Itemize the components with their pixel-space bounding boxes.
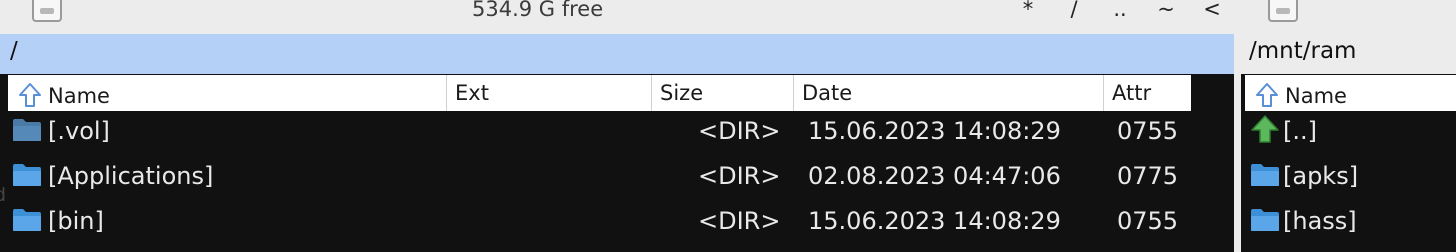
list-item[interactable]: [bin] <DIR> 15.06.2023 14:08:29 0755 <box>0 201 1234 246</box>
item-name: [.vol] <box>48 117 110 145</box>
panel-toolbar: 534.9 G free * / .. ~ < <box>0 0 1456 34</box>
column-attr[interactable]: Attr <box>1104 75 1191 111</box>
root-shortcut-button[interactable]: * <box>1016 0 1040 21</box>
column-size-label: Size <box>660 81 704 105</box>
item-name: [apks] <box>1283 162 1359 190</box>
offscreen-text-fragment: d <box>0 184 7 206</box>
folder-dark-icon <box>13 119 41 141</box>
list-item[interactable]: [hass] <box>1241 201 1456 246</box>
item-name: [hass] <box>1283 207 1357 235</box>
path-bar[interactable]: / <box>0 34 1234 74</box>
sort-up-arrow-icon <box>19 83 41 107</box>
sort-up-arrow-icon <box>1256 83 1278 107</box>
item-attr: 0755 <box>1117 117 1179 145</box>
free-space-label: 534.9 G free <box>472 0 604 21</box>
column-date-label: Date <box>802 81 853 105</box>
back-button[interactable]: < <box>1200 0 1224 21</box>
column-header: Name Ext Size Date Attr <box>8 75 1191 111</box>
home-dir-button[interactable]: ~ <box>1154 0 1178 21</box>
column-header: Name <box>1245 75 1456 111</box>
item-date: 15.06.2023 14:08:29 <box>808 117 1061 145</box>
item-name: [..] <box>1283 117 1317 145</box>
parent-dir-button[interactable]: .. <box>1108 0 1132 21</box>
item-attr: 0755 <box>1117 207 1179 235</box>
path-bar[interactable]: /mnt/ram <box>1241 34 1456 74</box>
column-attr-label: Attr <box>1112 81 1152 105</box>
item-size: <DIR> <box>698 207 781 235</box>
column-date[interactable]: Date <box>794 75 1104 111</box>
item-size: <DIR> <box>698 117 781 145</box>
drive-icon[interactable] <box>32 0 62 22</box>
list-item[interactable]: [apks] <box>1241 156 1456 201</box>
item-size: <DIR> <box>698 162 781 190</box>
column-ext[interactable]: Ext <box>447 75 652 111</box>
list-item[interactable]: [Applications] <DIR> 02.08.2023 04:47:06… <box>0 156 1234 201</box>
file-list: [.vol] <DIR> 15.06.2023 14:08:29 0755 [A… <box>0 111 1234 246</box>
item-date: 15.06.2023 14:08:29 <box>808 207 1061 235</box>
item-date: 02.08.2023 04:47:06 <box>808 162 1061 190</box>
item-name: [Applications] <box>48 162 214 190</box>
list-item[interactable]: [.vol] <DIR> 15.06.2023 14:08:29 0755 <box>0 111 1234 156</box>
folder-icon <box>13 164 41 186</box>
item-name: [bin] <box>48 207 104 235</box>
column-name-label: Name <box>48 84 110 108</box>
folder-icon <box>1251 209 1279 231</box>
item-attr: 0775 <box>1117 162 1179 190</box>
up-arrow-green-icon <box>1251 115 1279 143</box>
panel-divider[interactable] <box>1234 34 1241 252</box>
right-file-panel: /mnt/ram Name [..] [apks] [hass] <box>1241 34 1456 252</box>
left-file-panel: / Name Ext Size Date Attr [.vol] <DIR> 1… <box>0 34 1234 252</box>
column-name-label: Name <box>1285 84 1347 108</box>
folder-icon <box>13 209 41 231</box>
folder-icon <box>1251 164 1279 186</box>
slash-shortcut-button[interactable]: / <box>1062 0 1086 21</box>
drive-icon[interactable] <box>1268 0 1298 22</box>
column-name[interactable]: Name <box>1245 75 1456 111</box>
list-item[interactable]: [..] <box>1241 111 1456 156</box>
column-name[interactable]: Name <box>8 75 447 111</box>
column-ext-label: Ext <box>455 81 489 105</box>
file-list: [..] [apks] [hass] <box>1241 111 1456 246</box>
column-size[interactable]: Size <box>652 75 794 111</box>
